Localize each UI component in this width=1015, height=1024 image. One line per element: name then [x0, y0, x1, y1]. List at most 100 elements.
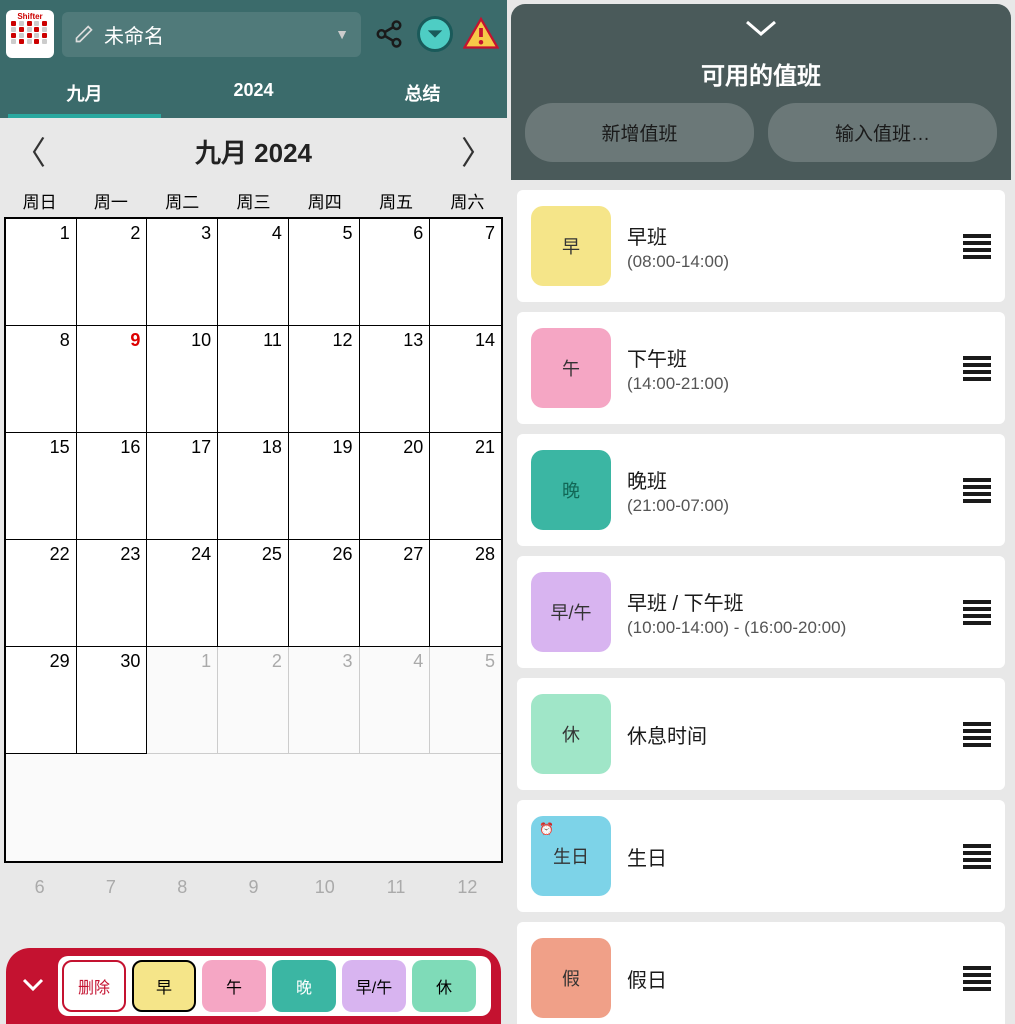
- calendar-cell[interactable]: 23: [77, 540, 148, 647]
- drag-handle-icon[interactable]: [963, 356, 991, 381]
- shift-swatch: 假: [531, 938, 611, 1018]
- calendar-cell[interactable]: 11: [218, 326, 289, 433]
- shift-row[interactable]: 休休息时间: [517, 678, 1005, 790]
- delete-chip[interactable]: 删除: [62, 960, 126, 1012]
- calendar-cell[interactable]: 14: [430, 326, 501, 433]
- panel-collapse-button[interactable]: [743, 18, 779, 44]
- shift-chip[interactable]: 早/午: [342, 960, 406, 1012]
- calendar-cell[interactable]: 3: [289, 647, 360, 754]
- calendar-cell[interactable]: 30: [77, 647, 148, 754]
- shift-name: 早班: [627, 221, 947, 250]
- shift-swatch: 早: [531, 206, 611, 286]
- calendar-cell[interactable]: 17: [147, 433, 218, 540]
- shift-chip[interactable]: 休: [412, 960, 476, 1012]
- drag-handle-icon[interactable]: [963, 600, 991, 625]
- drag-handle-icon[interactable]: [963, 722, 991, 747]
- calendar-cell[interactable]: 27: [360, 540, 431, 647]
- input-shift-button[interactable]: 输入值班…: [768, 103, 997, 162]
- shift-row[interactable]: 生日⏰生日: [517, 800, 1005, 912]
- calendar-cell[interactable]: 1: [6, 219, 77, 326]
- bottom-bar: 删除 早午晚早/午休: [6, 948, 501, 1024]
- calendar-cell-empty: [6, 754, 77, 861]
- shift-time: (08:00-14:00): [627, 252, 947, 272]
- calendar-cell[interactable]: 5: [289, 219, 360, 326]
- drag-handle-icon[interactable]: [963, 478, 991, 503]
- calendar-cell[interactable]: 29: [6, 647, 77, 754]
- drag-handle-icon[interactable]: [963, 966, 991, 991]
- calendar-cell[interactable]: 16: [77, 433, 148, 540]
- shift-swatch: 休: [531, 694, 611, 774]
- calendar-cell[interactable]: 4: [218, 219, 289, 326]
- bottom-bar-toggle[interactable]: [16, 976, 50, 997]
- weekday-label: 周二: [147, 184, 218, 217]
- dropdown-button[interactable]: [417, 16, 453, 52]
- calendar-cell[interactable]: 8: [6, 326, 77, 433]
- weekday-header: 周日周一周二周三周四周五周六: [0, 184, 507, 217]
- calendar-cell[interactable]: 13: [360, 326, 431, 433]
- shifts-panel-title: 可用的值班: [701, 56, 821, 91]
- schedule-name-selector[interactable]: 未命名 ▼: [62, 12, 361, 57]
- shift-row[interactable]: 早/午早班 / 下午班(10:00-14:00) - (16:00-20:00): [517, 556, 1005, 668]
- calendar-cell[interactable]: 3: [147, 219, 218, 326]
- shift-info: 下午班(14:00-21:00): [627, 343, 947, 394]
- calendar-cell[interactable]: 9: [77, 326, 148, 433]
- shift-name: 晚班: [627, 465, 947, 494]
- shifts-panel-header: 可用的值班 新增值班 输入值班…: [511, 4, 1011, 180]
- chevron-down-icon: [22, 978, 44, 992]
- calendar-cell[interactable]: 25: [218, 540, 289, 647]
- calendar-cell[interactable]: 10: [147, 326, 218, 433]
- share-button[interactable]: [369, 14, 409, 54]
- tab-2[interactable]: 总结: [338, 68, 507, 118]
- calendar-cell[interactable]: 22: [6, 540, 77, 647]
- shift-name: 下午班: [627, 343, 947, 372]
- add-shift-button[interactable]: 新增值班: [525, 103, 754, 162]
- shift-info: 晚班(21:00-07:00): [627, 465, 947, 516]
- shift-row[interactable]: 晚晚班(21:00-07:00): [517, 434, 1005, 546]
- calendar-cell-empty: [147, 754, 218, 861]
- app-logo-grid: [11, 21, 49, 44]
- tab-0[interactable]: 九月: [0, 68, 169, 118]
- shift-name: 假日: [627, 964, 947, 993]
- app-logo[interactable]: Shifter: [6, 10, 54, 58]
- prev-month-button[interactable]: 〈: [14, 128, 46, 174]
- shift-chip[interactable]: 午: [202, 960, 266, 1012]
- drag-handle-icon[interactable]: [963, 234, 991, 259]
- calendar-cell[interactable]: 5: [430, 647, 501, 754]
- shift-row[interactable]: 午下午班(14:00-21:00): [517, 312, 1005, 424]
- warning-button[interactable]: [461, 14, 501, 54]
- calendar-cell[interactable]: 28: [430, 540, 501, 647]
- shift-chip[interactable]: 早: [132, 960, 196, 1012]
- calendar-cell[interactable]: 18: [218, 433, 289, 540]
- calendar-cell[interactable]: 2: [218, 647, 289, 754]
- shift-row[interactable]: 假假日: [517, 922, 1005, 1024]
- calendar-cell[interactable]: 7: [430, 219, 501, 326]
- calendar-cell[interactable]: 19: [289, 433, 360, 540]
- share-icon: [374, 19, 404, 49]
- calendar-cell[interactable]: 21: [430, 433, 501, 540]
- next-month-button[interactable]: 〉: [461, 128, 493, 174]
- calendar-cell[interactable]: 15: [6, 433, 77, 540]
- shift-list[interactable]: 早早班(08:00-14:00)午下午班(14:00-21:00)晚晚班(21:…: [507, 180, 1015, 1024]
- calendar-cell[interactable]: 2: [77, 219, 148, 326]
- calendar-cell[interactable]: 4: [360, 647, 431, 754]
- schedule-name-text: 未命名: [104, 20, 325, 49]
- calendar-cell[interactable]: 24: [147, 540, 218, 647]
- left-pane: Shifter 未命名 ▼ 九月2024总结 〈 九月 2024 〉 周日: [0, 0, 507, 1024]
- calendar-cell[interactable]: 26: [289, 540, 360, 647]
- calendar-cell[interactable]: 1: [147, 647, 218, 754]
- shift-swatch: 生日⏰: [531, 816, 611, 896]
- tab-1[interactable]: 2024: [169, 68, 338, 118]
- app-logo-label: Shifter: [17, 12, 42, 21]
- shift-row[interactable]: 早早班(08:00-14:00): [517, 190, 1005, 302]
- calendar-cell[interactable]: 6: [360, 219, 431, 326]
- weekday-label: 周三: [218, 184, 289, 217]
- calendar-cell[interactable]: 20: [360, 433, 431, 540]
- shift-time: (21:00-07:00): [627, 496, 947, 516]
- right-pane: 可用的值班 新增值班 输入值班… 早早班(08:00-14:00)午下午班(14…: [507, 0, 1015, 1024]
- calendar-cell[interactable]: 12: [289, 326, 360, 433]
- drag-handle-icon[interactable]: [963, 844, 991, 869]
- overflow-cell: 8: [147, 867, 218, 908]
- calendar-grid: 1234567891011121314151617181920212223242…: [4, 217, 503, 863]
- shift-chip[interactable]: 晚: [272, 960, 336, 1012]
- shift-info: 休息时间: [627, 720, 947, 749]
